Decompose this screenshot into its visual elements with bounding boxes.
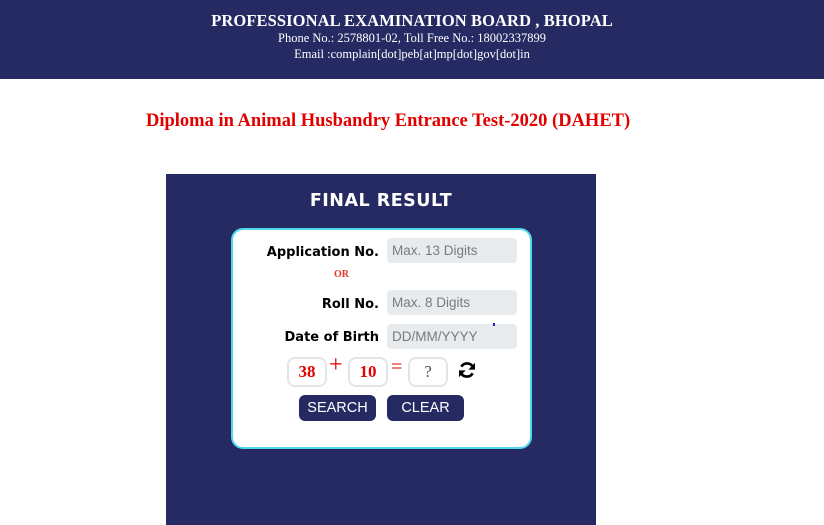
clear-button[interactable]: CLEAR (387, 395, 464, 421)
exam-title: Diploma in Animal Husbandry Entrance Tes… (146, 111, 631, 131)
captcha-equals-sign: = (391, 356, 403, 378)
roll-number-input[interactable] (387, 290, 517, 315)
cursor-mark (493, 323, 495, 326)
panel-title: FINAL RESULT (309, 191, 453, 211)
captcha-answer-input[interactable] (408, 357, 448, 387)
or-separator: OR (334, 269, 349, 280)
captcha-number-2: 10 (348, 357, 388, 387)
refresh-icon[interactable] (457, 360, 477, 380)
captcha-number-1: 38 (287, 357, 327, 387)
contact-phone: Phone No.: 2578801-02, Toll Free No.: 18… (278, 31, 546, 45)
dob-input[interactable] (387, 324, 517, 349)
site-header: PROFESSIONAL EXAMINATION BOARD , BHOPAL … (0, 0, 824, 79)
roll-number-label: Roll No. (321, 297, 379, 312)
captcha-plus-sign: + (329, 352, 343, 378)
application-number-label: Application No. (266, 245, 379, 260)
contact-email: Email :complain[dot]peb[at]mp[dot]gov[do… (294, 47, 530, 61)
dob-label: Date of Birth (284, 330, 379, 345)
application-number-input[interactable] (387, 238, 517, 263)
search-form-card: Application No. OR Roll No. Date of Birt… (231, 228, 532, 449)
result-panel: FINAL RESULT Application No. OR Roll No.… (166, 174, 596, 525)
board-name: PROFESSIONAL EXAMINATION BOARD , BHOPAL (211, 11, 613, 30)
search-button[interactable]: SEARCH (299, 395, 376, 421)
